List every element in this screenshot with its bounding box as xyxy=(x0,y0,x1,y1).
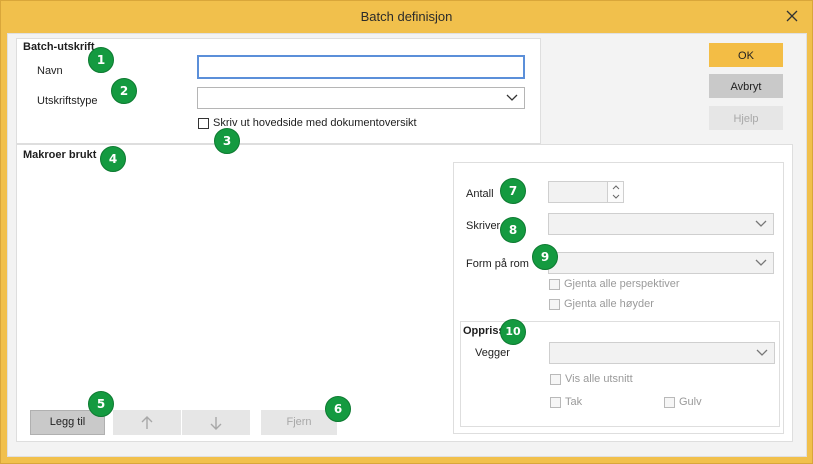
cancel-button[interactable]: Avbryt xyxy=(709,74,783,98)
dialog-window: Batch definisjon Batch-utskrift Navn Uts… xyxy=(0,0,813,464)
chevron-down-icon xyxy=(756,349,768,356)
room-shape-select[interactable] xyxy=(548,252,774,274)
badge-10: 10 xyxy=(500,319,526,345)
macros-list[interactable] xyxy=(25,167,443,407)
settings-panel: Antall Skriver Form på rom Gjenta alle p xyxy=(453,162,784,434)
show-all-cuts-checkbox[interactable] xyxy=(550,374,561,385)
chevron-down-icon xyxy=(755,259,767,266)
titlebar[interactable]: Batch definisjon xyxy=(1,1,812,33)
repeat-perspectives-label: Gjenta alle perspektiver xyxy=(564,278,680,290)
badge-6: 6 xyxy=(325,396,351,422)
repeat-perspectives-checkbox[interactable] xyxy=(549,279,560,290)
badge-8: 8 xyxy=(500,217,526,243)
badge-1: 1 xyxy=(88,47,114,73)
repeat-heights-checkbox[interactable] xyxy=(549,299,560,310)
window-title: Batch definisjon xyxy=(360,9,453,24)
ceiling-label: Tak xyxy=(565,396,583,408)
badge-4: 4 xyxy=(100,146,126,172)
count-label: Antall xyxy=(466,188,494,200)
count-spinner[interactable] xyxy=(548,181,624,203)
floor-checkbox[interactable] xyxy=(664,397,675,408)
walls-label: Vegger xyxy=(475,347,510,359)
elevation-group-title: Oppriss xyxy=(463,325,505,337)
show-all-cuts-label: Vis alle utsnitt xyxy=(565,373,633,385)
printer-label: Skriver xyxy=(466,220,501,232)
spinner-up-icon[interactable] xyxy=(609,182,623,192)
room-shape-label: Form på rom xyxy=(466,258,529,270)
macros-group-title: Makroer brukt xyxy=(23,149,97,161)
badge-3: 3 xyxy=(214,128,240,154)
chevron-down-icon xyxy=(506,94,518,101)
print-type-select[interactable] xyxy=(197,87,525,109)
name-label: Navn xyxy=(37,65,63,77)
batch-print-group-title: Batch-utskrift xyxy=(23,41,95,53)
badge-5: 5 xyxy=(88,391,114,417)
name-input[interactable] xyxy=(197,55,525,79)
move-up-button[interactable] xyxy=(113,410,181,435)
arrow-down-icon xyxy=(210,417,222,430)
repeat-heights-label: Gjenta alle høyder xyxy=(564,298,654,310)
macros-group: Makroer brukt Legg til Fjern Antall Skri… xyxy=(16,144,793,442)
badge-2: 2 xyxy=(111,78,137,104)
print-main-page-checkbox[interactable] xyxy=(198,118,209,129)
spinner-down-icon[interactable] xyxy=(609,192,623,202)
close-icon[interactable] xyxy=(782,6,802,26)
print-type-label: Utskriftstype xyxy=(37,95,98,107)
floor-label: Gulv xyxy=(679,396,702,408)
ceiling-checkbox[interactable] xyxy=(550,397,561,408)
chevron-down-icon xyxy=(755,220,767,227)
print-main-page-label: Skriv ut hovedside med dokumentoversikt xyxy=(213,117,417,129)
help-button[interactable]: Hjelp xyxy=(709,106,783,130)
badge-7: 7 xyxy=(500,178,526,204)
arrow-up-icon xyxy=(141,416,153,429)
walls-select[interactable] xyxy=(549,342,775,364)
badge-9: 9 xyxy=(532,244,558,270)
ok-button[interactable]: OK xyxy=(709,43,783,67)
move-down-button[interactable] xyxy=(182,410,250,435)
printer-select[interactable] xyxy=(548,213,774,235)
